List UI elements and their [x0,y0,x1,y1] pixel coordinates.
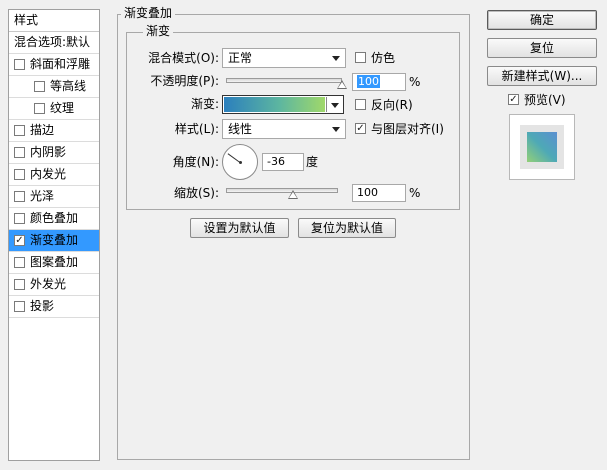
style-item-label: 图案叠加 [30,255,79,269]
style-item-label: 光泽 [30,189,55,203]
align-with-layer-label: 与图层对齐(I) [371,122,444,136]
opacity-input[interactable]: 100 [352,73,406,91]
style-item-checkbox[interactable]: ✓ [14,235,25,246]
set-as-default-button[interactable]: 设置为默认值 [190,218,289,238]
reset-to-default-button[interactable]: 复位为默认值 [298,218,396,238]
style-item-checkbox[interactable] [14,191,25,202]
chevron-down-icon [332,56,340,61]
gradient-section-title: 渐变 [143,24,174,38]
style-item-label: 渐变叠加 [30,233,79,247]
style-list-item[interactable]: 图案叠加 [9,252,99,274]
align-check-box[interactable]: ✓ [355,123,366,134]
style-item-checkbox[interactable] [14,169,25,180]
blend-mode-dropdown[interactable]: 正常 [222,48,346,68]
style-item-label: 斜面和浮雕 [30,57,91,71]
style-list-item[interactable]: 光泽 [9,186,99,208]
style-item-label: 内阴影 [30,145,67,159]
style-item-label: 投影 [30,299,55,313]
style-preview-thumbnail [509,114,575,180]
reverse-checkbox[interactable]: 反向(R) [355,97,413,113]
style-list-item[interactable]: 描边 [9,120,99,142]
style-item-checkbox[interactable] [14,301,25,312]
style-list-header[interactable]: 样式 [9,10,99,32]
angle-input[interactable]: -36 [262,153,304,171]
style-list-item[interactable]: 纹理 [9,98,99,120]
style-list-item[interactable]: 投影 [9,296,99,318]
reverse-label: 反向(R) [371,98,413,112]
style-list-item[interactable]: 颜色叠加 [9,208,99,230]
preview-checkbox[interactable]: ✓ 预览(V) [508,92,566,108]
ok-button[interactable]: 确定 [487,10,597,30]
style-item-checkbox[interactable] [34,81,45,92]
style-item-checkbox[interactable] [14,257,25,268]
style-list-blend-options[interactable]: 混合选项:默认 [9,32,99,54]
style-value: 线性 [228,122,253,136]
style-item-checkbox[interactable] [14,279,25,290]
gradient-label: 渐变: [190,97,219,111]
style-item-checkbox[interactable] [14,147,25,158]
reset-button[interactable]: 复位 [487,38,597,58]
dither-check-box[interactable] [355,52,366,63]
opacity-slider[interactable] [226,78,347,89]
style-item-checkbox[interactable] [34,103,45,114]
angle-label: 角度(N): [172,155,219,169]
style-list: 样式 混合选项:默认 斜面和浮雕等高线纹理描边内阴影内发光光泽颜色叠加 ✓ 渐变叠加… [8,9,100,461]
style-list-item[interactable]: 外发光 [9,274,99,296]
chevron-down-icon [332,127,340,132]
style-item-label: 纹理 [50,101,75,115]
gradient-overlay-title: 渐变叠加 [121,6,176,20]
gradient-preview-bar[interactable] [224,97,325,112]
checkmark-icon: ✓ [509,94,518,105]
style-list-item[interactable]: 内发光 [9,164,99,186]
scale-label: 缩放(S): [173,186,219,200]
style-item-label: 内发光 [30,167,67,181]
slider-thumb-icon[interactable] [288,190,299,199]
style-item-label: 颜色叠加 [30,211,79,225]
angle-dial-center [239,161,242,164]
style-item-label: 等高线 [50,79,87,93]
scale-input[interactable]: 100 [352,184,406,202]
style-item-checkbox[interactable] [14,59,25,70]
angle-dial[interactable] [222,144,258,180]
preview-check-box[interactable]: ✓ [508,94,519,105]
style-dropdown[interactable]: 线性 [222,119,346,139]
style-item-label: 描边 [30,123,55,137]
blend-mode-value: 正常 [228,51,253,65]
preview-gradient-swatch [527,132,557,162]
style-item-label: 外发光 [30,277,67,291]
opacity-percent-sign: % [409,75,421,89]
style-list-item[interactable]: ✓ 渐变叠加 [9,230,99,252]
align-with-layer-checkbox[interactable]: ✓ 与图层对齐(I) [355,121,444,137]
style-list-item[interactable]: 内阴影 [9,142,99,164]
scale-slider[interactable] [226,188,338,199]
style-label: 样式(L): [174,122,219,136]
style-list-item[interactable]: 等高线 [9,76,99,98]
scale-percent-sign: % [409,186,421,200]
style-item-checkbox[interactable] [14,125,25,136]
slider-thumb-icon[interactable] [337,80,347,89]
checkmark-icon: ✓ [356,123,365,134]
preview-label: 预览(V) [524,93,566,107]
opacity-label: 不透明度(P): [150,74,219,88]
checkmark-icon: ✓ [15,235,24,246]
chevron-down-icon[interactable] [326,97,342,112]
dither-checkbox[interactable]: 仿色 [355,50,395,66]
opacity-value: 100 [357,75,380,88]
style-item-checkbox[interactable] [14,213,25,224]
blend-mode-label: 混合模式(O): [148,51,219,65]
new-style-button[interactable]: 新建样式(W)... [487,66,597,86]
style-list-item[interactable]: 斜面和浮雕 [9,54,99,76]
gradient-picker[interactable] [222,95,344,114]
dither-label: 仿色 [371,51,396,65]
reverse-check-box[interactable] [355,99,366,110]
angle-unit: 度 [306,155,319,169]
